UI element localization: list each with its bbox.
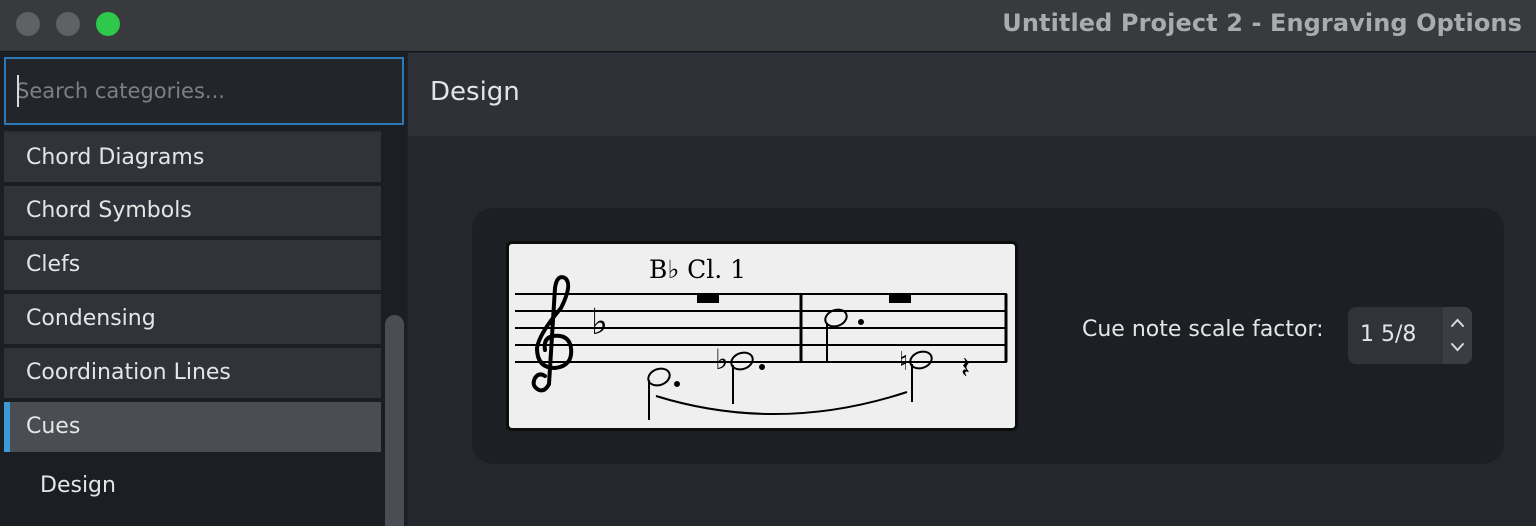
search-input[interactable] bbox=[16, 67, 386, 115]
sidebar-item-label: Chord Symbols bbox=[26, 198, 192, 223]
option-card: B♭ Cl. 1 ♭ ♭ ♮ 𝄽 Cue note scale factor: … bbox=[472, 208, 1504, 464]
search-box[interactable] bbox=[4, 57, 404, 125]
quarter-rest: 𝄽 bbox=[961, 351, 970, 386]
title-bar: Untitled Project 2 - Engraving Options bbox=[0, 0, 1536, 52]
instrument-label: B♭ Cl. 1 bbox=[649, 255, 746, 284]
staff-lines bbox=[515, 293, 1007, 363]
sidebar-item-chord-diagrams[interactable]: Chord Diagrams bbox=[4, 131, 381, 182]
cue-scale-value[interactable]: 1 5/8 bbox=[1360, 322, 1416, 347]
flat-accidental: ♭ bbox=[715, 343, 728, 376]
text-cursor bbox=[17, 75, 19, 107]
chevron-up-icon[interactable] bbox=[1449, 313, 1466, 333]
natural-accidental: ♮ bbox=[899, 347, 908, 377]
stepper-buttons bbox=[1443, 307, 1472, 364]
notation-preview: B♭ Cl. 1 ♭ ♭ ♮ 𝄽 bbox=[506, 241, 1018, 431]
sidebar-subitem-design[interactable]: Design bbox=[4, 456, 381, 516]
sidebar-item-condensing[interactable]: Condensing bbox=[4, 294, 381, 344]
window-title: Untitled Project 2 - Engraving Options bbox=[1002, 9, 1522, 37]
section-title: Design bbox=[430, 77, 520, 107]
sidebar: Chord Diagrams Chord Symbols Clefs Conde… bbox=[0, 53, 407, 526]
rest-bar-1 bbox=[697, 294, 719, 303]
key-signature-flat: ♭ bbox=[591, 302, 608, 343]
category-list: Chord Diagrams Chord Symbols Clefs Conde… bbox=[4, 131, 381, 516]
sidebar-item-label: Clefs bbox=[26, 252, 81, 277]
sidebar-item-coordination-lines[interactable]: Coordination Lines bbox=[4, 348, 381, 398]
cue-scale-stepper[interactable]: 1 5/8 bbox=[1348, 307, 1472, 364]
sidebar-item-label: Coordination Lines bbox=[26, 360, 231, 385]
close-window-button[interactable] bbox=[16, 12, 40, 36]
sidebar-item-chord-symbols[interactable]: Chord Symbols bbox=[4, 186, 381, 236]
sidebar-subitem-label: Design bbox=[40, 473, 116, 498]
selection-indicator bbox=[4, 402, 10, 452]
sidebar-item-label: Condensing bbox=[26, 306, 156, 331]
chevron-down-icon[interactable] bbox=[1449, 337, 1466, 357]
section-header: Design bbox=[408, 53, 1536, 136]
sidebar-item-label: Chord Diagrams bbox=[26, 145, 205, 170]
sidebar-item-label: Cues bbox=[26, 414, 81, 439]
music-notation-image: B♭ Cl. 1 ♭ ♭ ♮ 𝄽 bbox=[515, 255, 1008, 420]
rest-bar-2 bbox=[889, 294, 911, 303]
maximize-window-button[interactable] bbox=[96, 12, 120, 36]
main-panel: Design B♭ Cl. 1 ♭ ♭ ♮ 𝄽 Cue note scale f… bbox=[408, 53, 1536, 526]
cue-notes bbox=[647, 308, 933, 420]
minimize-window-button[interactable] bbox=[56, 12, 80, 36]
sidebar-item-clefs[interactable]: Clefs bbox=[4, 240, 381, 290]
scrollbar-thumb[interactable] bbox=[385, 315, 404, 526]
sidebar-item-cues[interactable]: Cues bbox=[4, 402, 381, 452]
cue-scale-label: Cue note scale factor: bbox=[1082, 317, 1324, 342]
